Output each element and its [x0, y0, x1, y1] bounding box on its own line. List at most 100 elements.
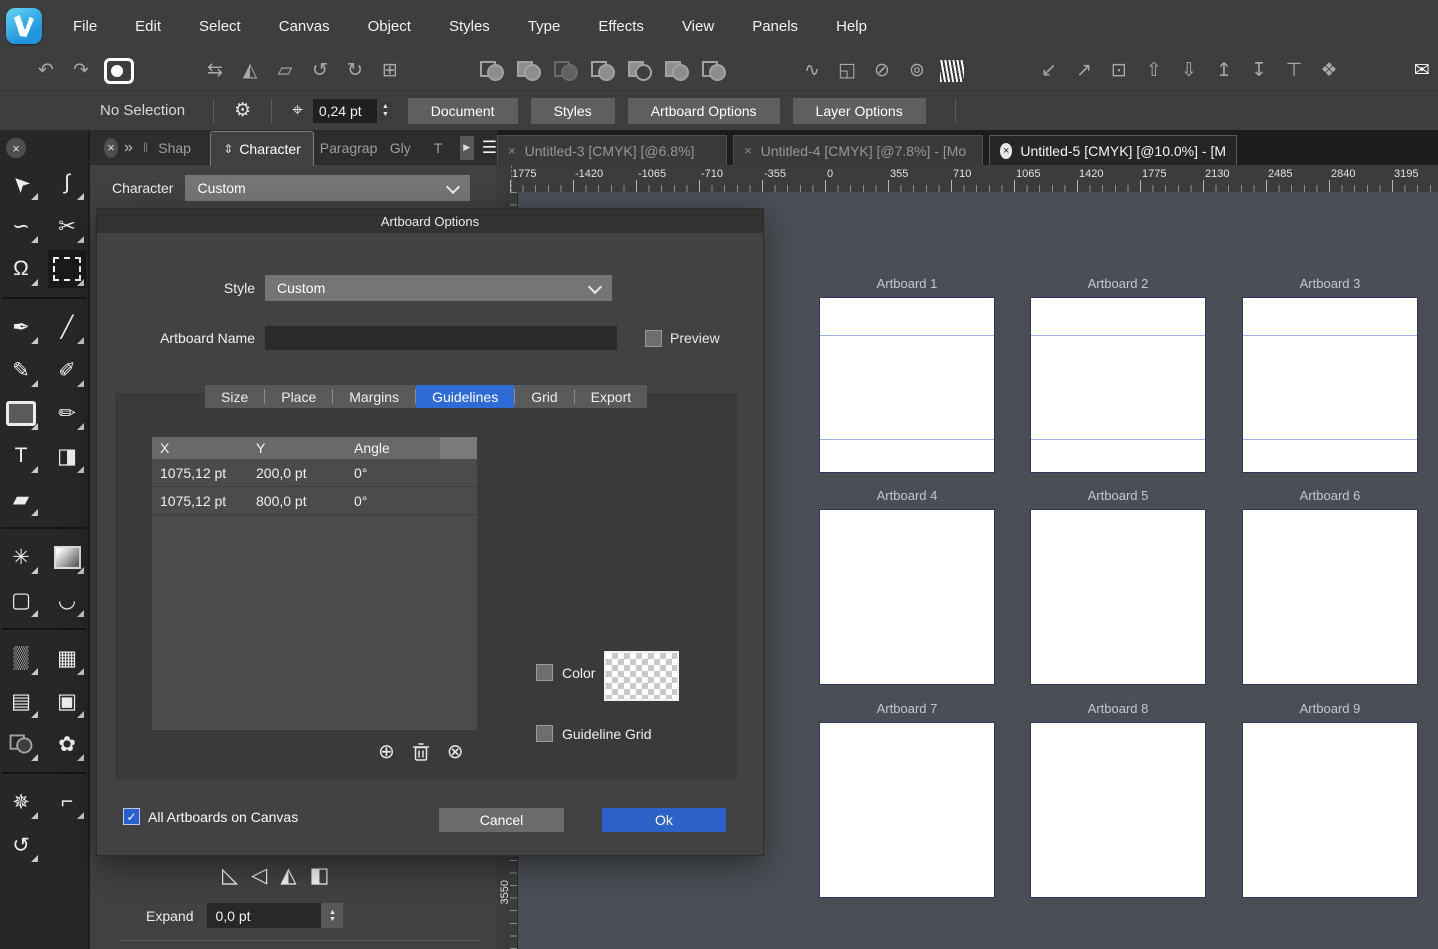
flower-stamp-tool[interactable]: ✿ [48, 725, 86, 763]
dialog-tab-export[interactable]: Export [575, 385, 647, 408]
character-style-dropdown[interactable]: Custom [185, 175, 470, 201]
artboard-name-input[interactable] [265, 326, 617, 350]
selection-tool[interactable]: ➤ [2, 164, 40, 202]
panel-drag-handle[interactable]: ‖ [143, 140, 148, 155]
add-guideline-icon[interactable]: ⊕ [378, 742, 395, 762]
panel-tab-shap[interactable]: Shap [152, 140, 210, 156]
warp-tool[interactable]: ◡ [48, 581, 86, 619]
dialog-tab-guidelines[interactable]: Guidelines [416, 385, 514, 408]
dialog-tab-size[interactable]: Size [205, 385, 264, 408]
layout-knife-tool[interactable]: ▦ [48, 639, 86, 677]
unlink-icon[interactable]: ⊘ [870, 59, 894, 83]
close-tab-icon[interactable]: × [744, 143, 752, 158]
preview-checkbox[interactable] [645, 330, 662, 347]
clear-guidelines-icon[interactable]: ⊗ [447, 742, 464, 762]
lasso-tool[interactable]: ∽ [2, 207, 40, 245]
edit-out-icon[interactable]: ↗ [1072, 59, 1096, 83]
text-columns-icon[interactable]: ⊤ [1282, 59, 1306, 83]
dialog-tab-grid[interactable]: Grid [515, 385, 573, 408]
stroke-stepper[interactable]: ▲▼ [379, 102, 392, 120]
gradient-tool[interactable] [48, 538, 86, 576]
guideline[interactable] [1243, 439, 1417, 440]
guideline-grid-checkbox[interactable] [536, 725, 553, 742]
duplicate-rotate-icon[interactable]: ⊞ [378, 59, 402, 83]
menu-styles[interactable]: Styles [430, 18, 509, 35]
panel-tab-paragrap[interactable]: Paragrap [314, 140, 384, 156]
menu-panels[interactable]: Panels [733, 18, 817, 35]
path-smooth-icon[interactable]: ∿ [800, 59, 824, 83]
text-tool[interactable]: T [2, 437, 40, 475]
rectangle-tool[interactable] [2, 394, 40, 432]
panel-tab-t[interactable]: T [428, 140, 456, 156]
styles-button[interactable]: Styles [531, 98, 615, 124]
expand-input[interactable] [207, 903, 321, 928]
dialog-tab-place[interactable]: Place [265, 385, 332, 408]
subtract-icon[interactable] [479, 60, 505, 82]
merge-icon[interactable] [701, 60, 727, 82]
edit-in-icon[interactable]: ↙ [1037, 59, 1061, 83]
align-top-icon[interactable]: ⇧ [1142, 59, 1166, 83]
flip-horizontal-icon[interactable]: ⇆ [203, 59, 227, 83]
menu-view[interactable]: View [663, 18, 733, 35]
send-backward-icon[interactable]: ↧ [1247, 59, 1271, 83]
mesh-tool[interactable]: ✳ [2, 538, 40, 576]
style-dropdown[interactable]: Custom [265, 275, 612, 301]
stamp-frame-tool[interactable]: ▢ [2, 581, 40, 619]
envelope-icon[interactable]: ✉ [1410, 59, 1434, 83]
skew-icon[interactable]: ▱ [273, 59, 297, 83]
guideline[interactable] [820, 335, 994, 336]
artboard-6[interactable] [1242, 509, 1418, 685]
ok-button[interactable]: Ok [602, 808, 726, 832]
artboard-options-button[interactable]: Artboard Options [628, 98, 780, 124]
cancel-button[interactable]: Cancel [439, 808, 564, 832]
menu-help[interactable]: Help [817, 18, 886, 35]
all-artboards-checkbox[interactable] [123, 808, 140, 825]
menu-select[interactable]: Select [180, 18, 260, 35]
rotate-canvas-tool[interactable]: ↺ [2, 826, 40, 864]
marquee-tool[interactable] [48, 250, 86, 288]
rotate-object-icon[interactable]: ↻ [343, 59, 367, 83]
skew-bottom-icon[interactable]: ◺ [222, 863, 238, 888]
menu-canvas[interactable]: Canvas [260, 18, 349, 35]
dialog-tab-margins[interactable]: Margins [333, 385, 415, 408]
artboard-2[interactable] [1030, 297, 1206, 473]
guideline[interactable] [1031, 439, 1205, 440]
swatches-icon[interactable]: ❖ [1317, 59, 1341, 83]
expand-stepper[interactable]: ▲▼ [321, 903, 343, 928]
menu-type[interactable]: Type [509, 18, 580, 35]
scissors-tool[interactable]: ✂ [48, 207, 86, 245]
artboard-5[interactable] [1030, 509, 1206, 685]
exclude-icon[interactable] [590, 60, 616, 82]
mirror-icon[interactable]: ◭ [238, 59, 262, 83]
panel-tab-character[interactable]: ⇕Character [210, 131, 314, 166]
panel-overflow-icon[interactable]: ▶ [460, 136, 474, 160]
doc-tab-2[interactable]: ×Untitled-4 [CMYK] [@7.8%] - [Mo [733, 135, 983, 165]
guideline[interactable] [1243, 335, 1417, 336]
close-tab-icon[interactable]: × [508, 143, 516, 158]
artboard-icon[interactable]: ⊡ [1107, 59, 1131, 83]
menu-object[interactable]: Object [349, 18, 430, 35]
doc-tab-3[interactable]: ×Untitled-5 [CMYK] [@10.0%] - [M [989, 135, 1237, 165]
rotate-left-icon[interactable]: ↺ [308, 59, 332, 83]
app-logo-icon[interactable] [6, 8, 42, 44]
menu-effects[interactable]: Effects [579, 18, 663, 35]
stroke-width-input[interactable] [313, 99, 377, 123]
panel-close-icon[interactable]: × [104, 138, 118, 158]
table-row[interactable]: 1075,12 pt200,0 pt0° [152, 459, 477, 487]
redo-icon[interactable]: ↷ [69, 59, 93, 83]
marker-tool[interactable]: ✏ [48, 394, 86, 432]
fill-bucket-tool[interactable]: ◨ [48, 437, 86, 475]
emboss-tool[interactable]: ▣ [48, 682, 86, 720]
menu-edit[interactable]: Edit [116, 18, 180, 35]
shapes-tool[interactable] [2, 725, 40, 763]
node-tool[interactable]: ∫ [48, 164, 86, 202]
artboard-9[interactable] [1242, 722, 1418, 898]
guideline[interactable] [820, 439, 994, 440]
doc-tab-1[interactable]: ×Untitled-3 [CMYK] [@6.8%] [497, 135, 727, 165]
magnet-tool[interactable]: Ω [2, 250, 40, 288]
align-bottom-icon[interactable]: ⇩ [1177, 59, 1201, 83]
close-tab-icon[interactable]: × [1000, 143, 1012, 159]
artboard-4[interactable] [819, 509, 995, 685]
mask-icon[interactable] [104, 58, 134, 84]
artboard-1[interactable] [819, 297, 995, 473]
